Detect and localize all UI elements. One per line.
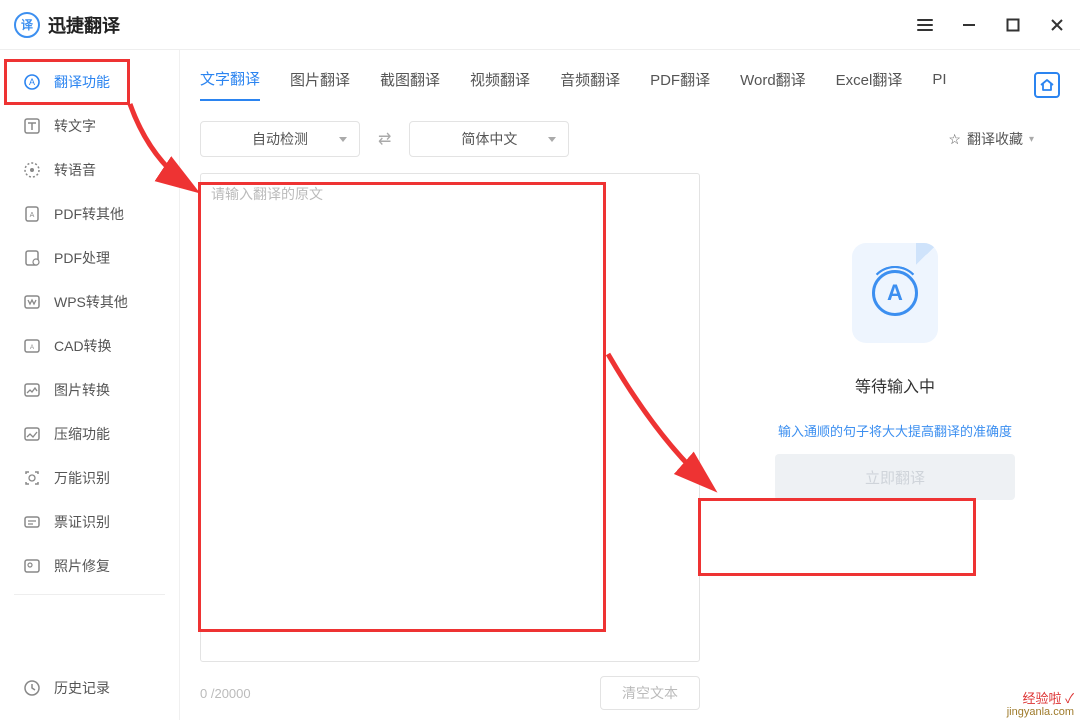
result-panel: A 等待输入中 输入通顺的句子将大大提高翻译的准确度 立即翻译: [730, 173, 1060, 710]
pdf-process-icon: [22, 248, 42, 268]
language-bar: 自动检测 ⇄ 简体中文 ☆ 翻译收藏 ▾: [180, 105, 1080, 173]
source-text-area[interactable]: [200, 173, 700, 662]
chevron-down-icon: ▾: [1029, 134, 1034, 145]
sidebar-item-label: 票证识别: [54, 512, 110, 532]
tab-excel-translate[interactable]: Excel翻译: [836, 69, 903, 100]
tab-text-translate[interactable]: 文字翻译: [200, 68, 260, 101]
sidebar-item-label: 万能识别: [54, 468, 110, 488]
tab-screenshot-translate[interactable]: 截图翻译: [380, 69, 440, 100]
tab-more[interactable]: PI: [932, 71, 946, 98]
source-language-select[interactable]: 自动检测: [200, 121, 360, 157]
compress-icon: [22, 424, 42, 444]
cad-icon: A: [22, 336, 42, 356]
app-name: 迅捷翻译: [48, 12, 120, 38]
minimize-icon[interactable]: [960, 16, 978, 34]
sidebar-item-history[interactable]: 历史记录: [0, 666, 179, 710]
sidebar-item-compress[interactable]: 压缩功能: [0, 412, 179, 456]
photo-repair-icon: [22, 556, 42, 576]
sidebar-item-label: 图片转换: [54, 380, 110, 400]
scan-icon: [22, 468, 42, 488]
sidebar-item-label: 翻译功能: [54, 72, 110, 92]
tab-image-translate[interactable]: 图片翻译: [290, 69, 350, 100]
svg-text:A: A: [30, 345, 34, 351]
sidebar-item-label: PDF转其他: [54, 204, 124, 224]
sidebar-item-label: 照片修复: [54, 556, 110, 576]
sidebar-item-label: 压缩功能: [54, 424, 110, 444]
history-icon: [22, 678, 42, 698]
translate-file-icon: A: [852, 243, 938, 343]
watermark: 经验啦 ✓ jingyanla.com: [1007, 692, 1074, 718]
sidebar-item-wps-convert[interactable]: WPS转其他: [0, 280, 179, 324]
sidebar-item-pdf-convert[interactable]: A PDF转其他: [0, 192, 179, 236]
sidebar-item-label: 历史记录: [54, 678, 110, 698]
source-textarea[interactable]: [211, 184, 689, 651]
sidebar-item-label: WPS转其他: [54, 292, 128, 312]
sidebar-item-label: PDF处理: [54, 248, 110, 268]
swap-icon[interactable]: ⇄: [378, 129, 391, 149]
target-language-select[interactable]: 简体中文: [409, 121, 569, 157]
sidebar-item-label: 转文字: [54, 116, 96, 136]
translate-now-button[interactable]: 立即翻译: [775, 454, 1015, 500]
to-audio-icon: [22, 160, 42, 180]
star-icon: ☆: [948, 131, 961, 148]
close-icon[interactable]: [1048, 16, 1066, 34]
to-text-icon: [22, 116, 42, 136]
main-panel: 文字翻译 图片翻译 截图翻译 视频翻译 音频翻译 PDF翻译 Word翻译 Ex…: [180, 50, 1080, 720]
tab-audio-translate[interactable]: 音频翻译: [560, 69, 620, 100]
menu-icon[interactable]: [916, 16, 934, 34]
titlebar: 译 迅捷翻译: [0, 0, 1080, 50]
clear-text-button[interactable]: 清空文本: [600, 676, 700, 710]
tabs: 文字翻译 图片翻译 截图翻译 视频翻译 音频翻译 PDF翻译 Word翻译 Ex…: [180, 50, 1080, 105]
svg-text:A: A: [29, 77, 35, 87]
sidebar-item-to-audio[interactable]: 转语音: [0, 148, 179, 192]
tab-video-translate[interactable]: 视频翻译: [470, 69, 530, 100]
home-icon[interactable]: [1034, 72, 1060, 98]
wps-icon: [22, 292, 42, 312]
sidebar: A 翻译功能 转文字 转语音 A PDF转其他 PDF处理 WPS转其他: [0, 50, 180, 720]
logo-icon: 译: [14, 12, 40, 38]
sidebar-item-ocr[interactable]: 万能识别: [0, 456, 179, 500]
svg-text:A: A: [30, 212, 35, 219]
sidebar-item-photo-repair[interactable]: 照片修复: [0, 544, 179, 588]
tab-pdf-translate[interactable]: PDF翻译: [650, 69, 710, 100]
sidebar-item-ticket-ocr[interactable]: 票证识别: [0, 500, 179, 544]
sidebar-item-to-text[interactable]: 转文字: [0, 104, 179, 148]
tab-word-translate[interactable]: Word翻译: [740, 69, 806, 100]
sidebar-separator: [14, 594, 165, 595]
ticket-icon: [22, 512, 42, 532]
sidebar-item-label: CAD转换: [54, 336, 112, 356]
sidebar-item-translate[interactable]: A 翻译功能: [0, 60, 179, 104]
favorites-button[interactable]: ☆ 翻译收藏 ▾: [948, 129, 1060, 149]
sidebar-item-label: 转语音: [54, 160, 96, 180]
waiting-text: 等待输入中: [855, 373, 935, 397]
image-convert-icon: [22, 380, 42, 400]
pdf-convert-icon: A: [22, 204, 42, 224]
sidebar-item-image-convert[interactable]: 图片转换: [0, 368, 179, 412]
translate-icon: A: [22, 72, 42, 92]
hint-text: 输入通顺的句子将大大提高翻译的准确度: [778, 421, 1012, 440]
sidebar-item-pdf-process[interactable]: PDF处理: [0, 236, 179, 280]
char-counter: 0 /20000: [200, 686, 251, 701]
sidebar-item-cad-convert[interactable]: A CAD转换: [0, 324, 179, 368]
maximize-icon[interactable]: [1004, 16, 1022, 34]
app-logo: 译 迅捷翻译: [14, 12, 120, 38]
